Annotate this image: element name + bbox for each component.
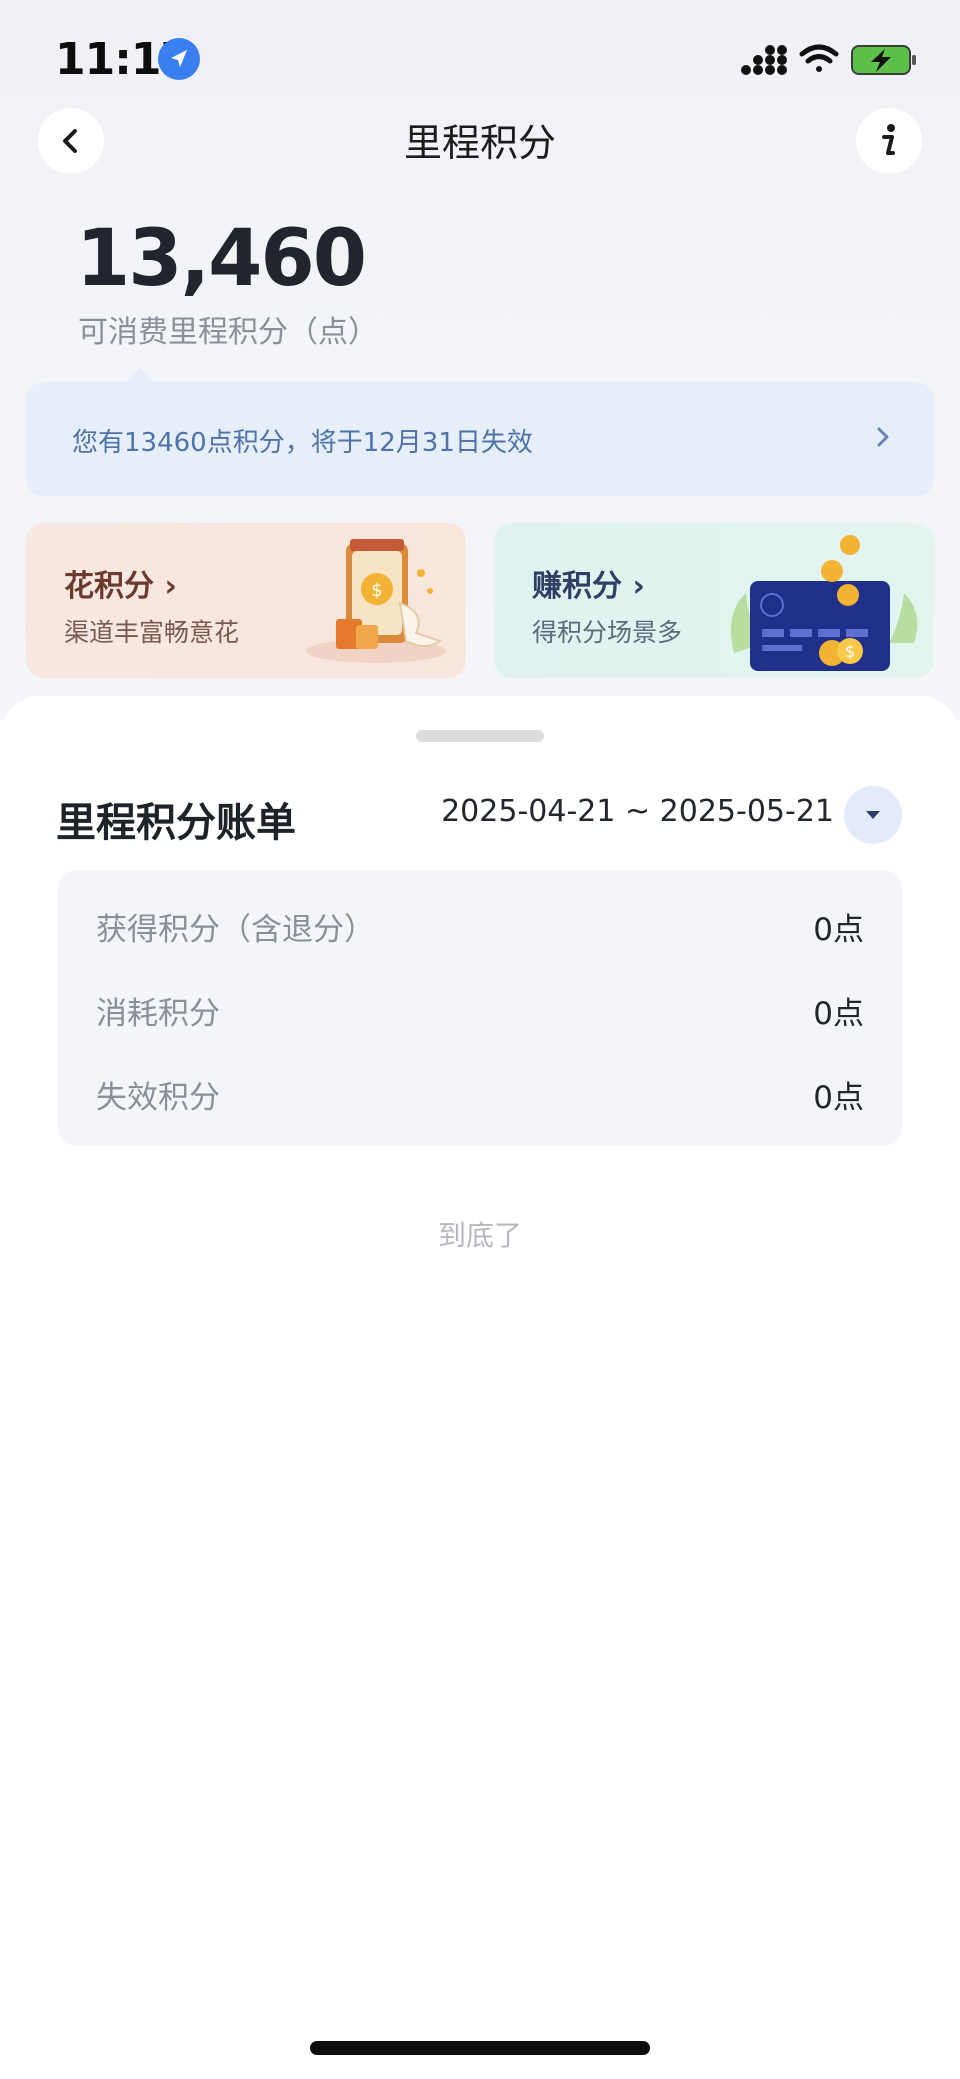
bill-summary: 获得积分（含退分） 0点 消耗积分 0点 失效积分 0点	[58, 870, 902, 1146]
points-label: 可消费里程积分（点）	[78, 315, 378, 350]
summary-label: 消耗积分	[96, 996, 220, 1032]
page-title: 里程积分	[403, 121, 556, 165]
summary-row-earned: 获得积分（含退分） 0点	[96, 904, 864, 948]
caret-down-icon	[866, 811, 880, 819]
earn-points-card[interactable]: 赚积分 › 得积分场景多 $	[494, 523, 934, 678]
date-range-dropdown[interactable]	[844, 786, 902, 844]
earn-points-subtitle: 得积分场景多	[532, 618, 683, 647]
home-indicator[interactable]	[310, 2041, 650, 2055]
info-button[interactable]	[856, 108, 922, 174]
summary-value: 0点	[813, 1080, 864, 1116]
summary-value: 0点	[813, 912, 864, 948]
location-arrow-icon	[158, 38, 200, 80]
svg-text:$: $	[371, 580, 382, 601]
card-coins-icon: $	[730, 535, 918, 671]
spend-points-subtitle: 渠道丰富畅意花	[64, 618, 240, 647]
cellular-signal-icon	[741, 45, 787, 75]
end-of-list-text: 到底了	[437, 1219, 522, 1252]
spend-points-card[interactable]: 花积分 › 渠道丰富畅意花 $	[26, 523, 466, 678]
spend-points-title: 花积分 ›	[64, 569, 177, 604]
summary-label: 获得积分（含退分）	[96, 912, 375, 948]
summary-row-expired: 失效积分 0点	[96, 1072, 864, 1116]
battery-charging-icon	[851, 45, 916, 75]
chevron-right-icon	[877, 427, 889, 447]
date-range-text[interactable]: 2025-04-21 ~ 2025-05-21	[441, 794, 834, 829]
summary-row-consumed: 消耗积分 0点	[96, 988, 864, 1032]
bill-title: 里程积分账单	[56, 800, 296, 846]
phone-coin-shopping-icon: $	[306, 539, 446, 663]
info-icon	[882, 124, 895, 155]
sheet-drag-handle[interactable]	[416, 730, 544, 742]
bill-sheet: 里程积分账单 2025-04-21 ~ 2025-05-21 获得积分（含退分）…	[0, 696, 960, 2079]
wifi-icon	[799, 44, 839, 72]
summary-value: 0点	[813, 996, 864, 1032]
svg-text:$: $	[845, 642, 855, 661]
expiry-notice-text: 您有13460点积分，将于12月31日失效	[72, 428, 533, 458]
status-icons	[740, 42, 920, 78]
points-balance: 13,460	[76, 214, 367, 304]
earn-points-title: 赚积分 ›	[532, 569, 645, 604]
expiry-notice[interactable]: 您有13460点积分，将于12月31日失效	[26, 382, 934, 496]
summary-label: 失效积分	[96, 1080, 220, 1116]
